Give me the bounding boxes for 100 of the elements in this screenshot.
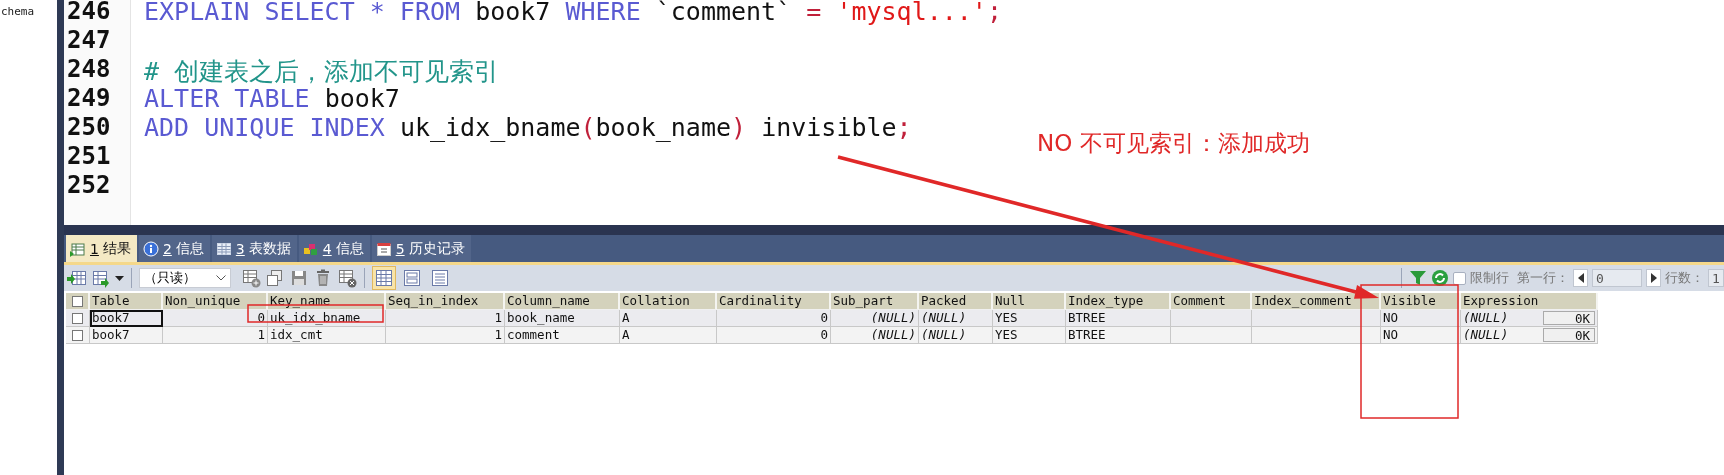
add-row-icon[interactable] <box>241 268 261 288</box>
code-token: = <box>806 0 823 26</box>
column-header[interactable]: Column_name <box>505 293 620 310</box>
line-number: 247 <box>66 26 112 55</box>
row-checkbox[interactable] <box>72 312 83 324</box>
table-cell: 0 <box>717 310 831 327</box>
cell-text: (NULL) <box>1463 327 1509 343</box>
text-view-icon[interactable] <box>430 268 450 288</box>
column-header[interactable]: Index_comment <box>1252 293 1381 310</box>
column-header[interactable]: Index_type <box>1066 293 1171 310</box>
next-button[interactable] <box>1646 269 1661 287</box>
table-cell: idx_cmt <box>268 327 386 344</box>
limit-rows-label: 限制行 <box>1470 269 1509 287</box>
right-triangle-icon <box>1650 273 1657 283</box>
cell-text: (NULL) <box>1463 310 1509 326</box>
code-token: uk_idx_bname <box>399 113 581 142</box>
grid-view-icon[interactable] <box>374 268 394 288</box>
duplicate-icon[interactable] <box>265 268 285 288</box>
code-token: invisible <box>760 113 897 142</box>
code-token: book_name <box>595 113 732 142</box>
grid-export-icon[interactable] <box>91 268 111 288</box>
sidebar-text: chema <box>0 4 35 18</box>
table-cell: BTREE <box>1066 327 1171 344</box>
table-cell: YES <box>993 310 1066 327</box>
save-icon[interactable] <box>289 268 309 288</box>
column-header[interactable]: Table <box>90 293 163 310</box>
annotation-text: NO 不可见索引：添加成功 <box>1037 129 1310 158</box>
info-icon <box>142 240 159 257</box>
column-header[interactable]: Collation <box>620 293 717 310</box>
code-token: `comment` <box>655 0 793 26</box>
code-token: book7 <box>475 0 552 26</box>
table-cell: 1 <box>386 327 505 344</box>
result-tab[interactable]: 5 历史记录 <box>371 235 471 262</box>
table-cell: NO <box>1381 327 1461 344</box>
left-triangle-icon <box>1577 273 1584 283</box>
filter-icon[interactable] <box>1409 269 1427 287</box>
table-cell: 1 <box>163 327 268 344</box>
previous-button[interactable] <box>1573 269 1588 287</box>
refresh-icon[interactable] <box>1431 269 1449 287</box>
first-row-label: 第一行： <box>1517 269 1569 287</box>
table-cell: (NULL) <box>831 327 919 344</box>
first-row-field[interactable]: 0 <box>1592 269 1642 287</box>
code-token: ( <box>580 113 596 142</box>
form-view-icon[interactable] <box>402 268 422 288</box>
row-count-field[interactable]: 1 <box>1708 269 1724 287</box>
delete-row-icon[interactable] <box>337 268 357 288</box>
code-token: ; <box>896 113 912 142</box>
line-number: 249 <box>66 84 112 113</box>
code-token: ; <box>986 0 1002 26</box>
mode-dropdown[interactable]: （只读） <box>139 268 231 288</box>
grid-icon <box>215 240 232 257</box>
table-cell: (NULL) <box>919 327 993 344</box>
column-header[interactable]: Seq_in_index <box>386 293 505 310</box>
table-cell: A <box>620 327 717 344</box>
column-header[interactable]: Comment <box>1171 293 1252 310</box>
column-header[interactable]: Visible <box>1381 293 1461 310</box>
code-token: book7 <box>324 84 400 113</box>
line-number: 248 <box>66 55 112 84</box>
line-number: 251 <box>66 142 112 171</box>
code-token: ALTER TABLE <box>144 84 311 113</box>
result-tab[interactable]: 1 结果 <box>66 235 137 262</box>
code-comment: # 创建表之后，添加不可见索引 <box>144 56 500 84</box>
column-header[interactable]: Expression <box>1461 293 1598 310</box>
table-cell: book_name <box>505 310 620 327</box>
calendar-icon <box>375 240 392 257</box>
table-cell: NO <box>1381 310 1461 327</box>
code-token: 'mysql...' <box>836 0 987 26</box>
row-count-label: 行数： <box>1665 269 1704 287</box>
result-tab[interactable]: 2 信息 <box>138 235 210 262</box>
line-number: 250 <box>66 113 112 142</box>
table-cell: A <box>620 310 717 327</box>
code-token: EXPLAIN SELECT * FROM <box>144 0 462 26</box>
grid-import-icon[interactable] <box>67 268 87 288</box>
select-all-checkbox[interactable] <box>71 295 83 307</box>
result-tab[interactable]: 3 表数据 <box>211 235 297 262</box>
result-tab[interactable]: 4 信息 <box>298 235 370 262</box>
column-header[interactable]: Non_unique <box>163 293 268 310</box>
grid-icon <box>70 240 86 257</box>
code-token: ) <box>731 113 747 142</box>
table-cell: comment <box>505 327 620 344</box>
limit-rows-checkbox[interactable] <box>1453 271 1466 285</box>
column-header[interactable]: Packed <box>919 293 993 310</box>
table-cell: book7 <box>90 310 163 327</box>
line-number: 246 <box>66 0 112 26</box>
table-cell: 1 <box>386 310 505 327</box>
table-cell: (NULL) <box>831 310 919 327</box>
line-number: 252 <box>66 171 112 200</box>
column-header[interactable]: Cardinality <box>717 293 831 310</box>
code-token: ADD UNIQUE INDEX <box>144 113 386 142</box>
code-token: WHERE <box>565 0 642 26</box>
table-cell: (NULL) <box>919 310 993 327</box>
column-header[interactable]: Null <box>993 293 1066 310</box>
table-cell: 0 <box>717 327 831 344</box>
table-cell: BTREE <box>1066 310 1171 327</box>
table-cell: book7 <box>90 327 163 344</box>
table-cell: YES <box>993 327 1066 344</box>
column-header[interactable]: Sub_part <box>831 293 919 310</box>
blob-size: 0K <box>1543 311 1595 325</box>
blob-size: 0K <box>1543 328 1595 342</box>
row-checkbox[interactable] <box>72 329 83 341</box>
